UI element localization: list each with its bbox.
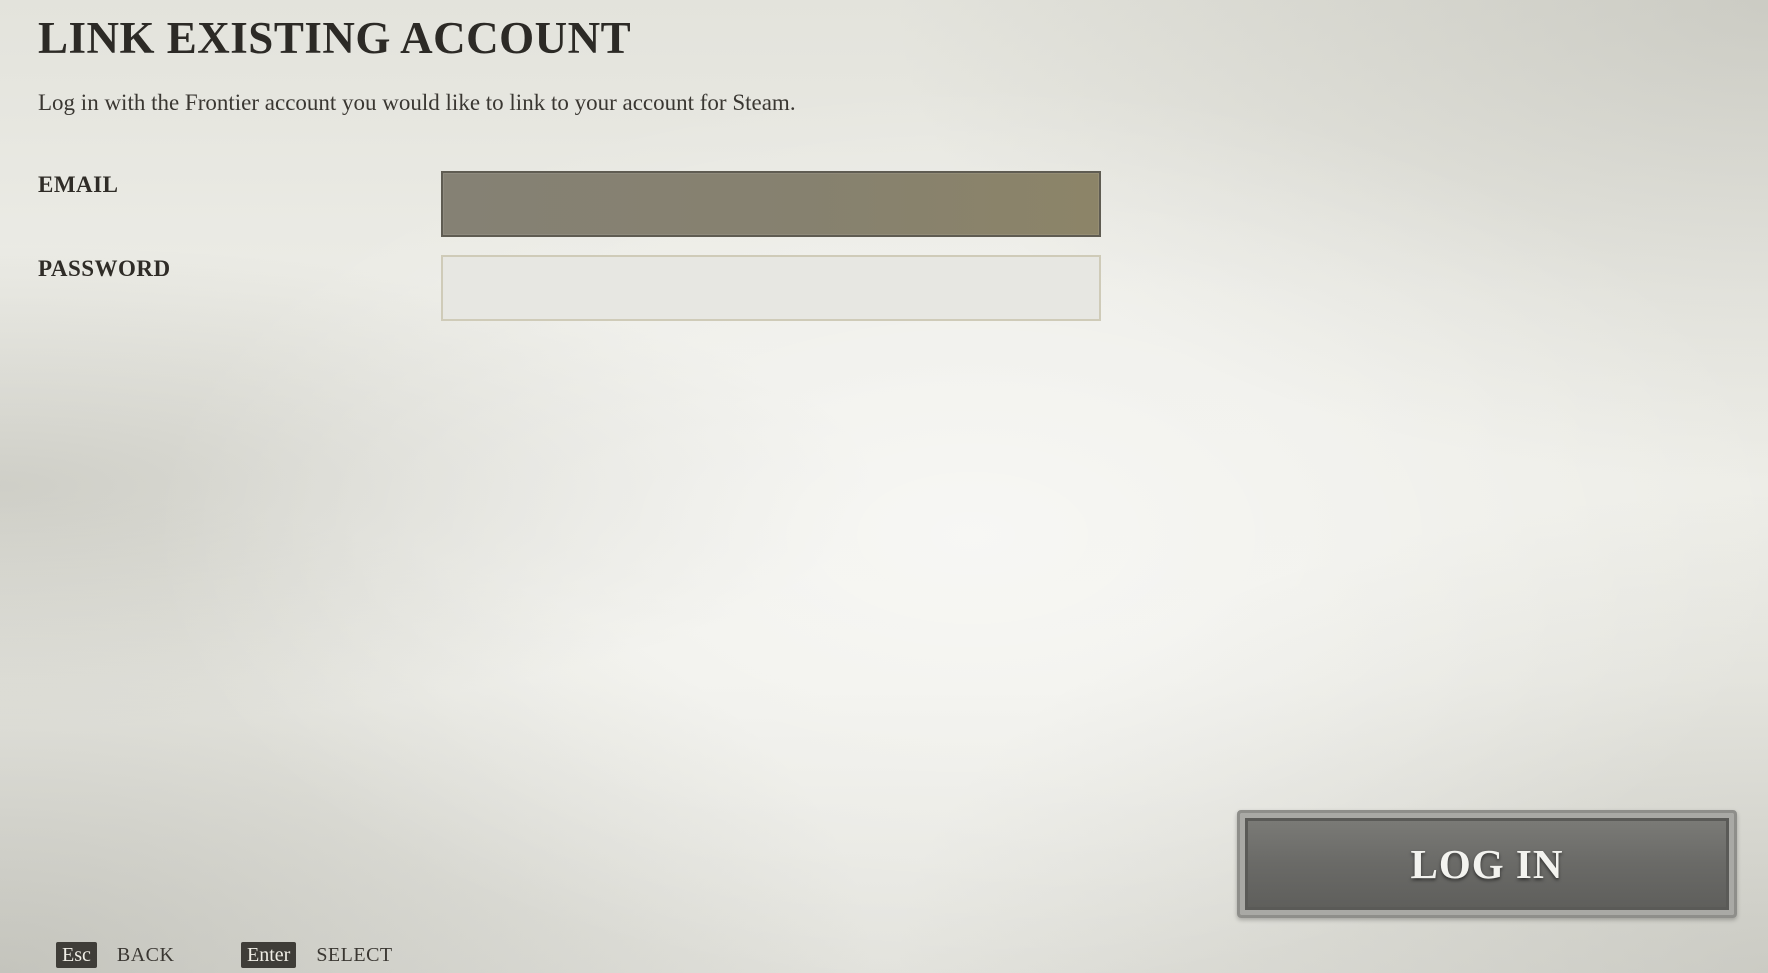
select-hint-label: SELECT (316, 943, 393, 966)
page-subtitle: Log in with the Frontier account you wou… (38, 90, 796, 115)
page-title: LINK EXISTING ACCOUNT (38, 13, 632, 63)
enter-key-icon: Enter (241, 942, 297, 968)
password-field[interactable] (441, 255, 1101, 321)
password-label: PASSWORD (38, 256, 171, 281)
back-hint[interactable]: Esc BACK (56, 941, 174, 969)
log-in-button[interactable]: LOG IN (1237, 810, 1737, 918)
esc-key-icon: Esc (56, 942, 97, 968)
email-label: EMAIL (38, 172, 119, 197)
select-hint[interactable]: Enter SELECT (241, 941, 393, 969)
email-field[interactable] (441, 171, 1101, 237)
log-in-label: LOG IN (1410, 841, 1564, 887)
back-hint-label: BACK (116, 943, 175, 966)
